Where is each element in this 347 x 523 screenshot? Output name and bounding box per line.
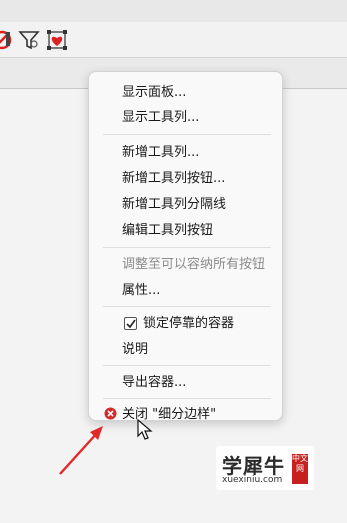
menu-item-help[interactable]: 说明 — [89, 338, 282, 362]
menu-item-show-panels[interactable]: 显示面板... — [89, 81, 282, 105]
title-strip — [0, 0, 347, 22]
menu-separator — [103, 306, 271, 307]
watermark-logo: 学犀牛 xuexiniu.com 中文网 — [216, 446, 314, 490]
menu-separator — [103, 247, 271, 248]
mouse-cursor-icon — [137, 418, 153, 445]
menu-item-fit-all-buttons: 调整至可以容纳所有按钮 — [122, 257, 266, 272]
watermark-badge: 中文网 — [292, 454, 308, 484]
menu-separator — [103, 365, 271, 366]
menu-item-new-toolbar[interactable]: 新增工具列... — [89, 141, 282, 165]
close-red-icon — [104, 405, 117, 420]
menu-separator — [103, 134, 271, 135]
mesh-heart-icon[interactable] — [45, 28, 69, 52]
checkbox-checked-icon[interactable] — [124, 317, 137, 330]
menu-item-export-container[interactable]: 导出容器... — [89, 371, 282, 395]
menu-item-new-toolbar-button[interactable]: 新增工具列按钮... — [89, 167, 282, 191]
red-circle-slash-icon[interactable] — [0, 28, 14, 52]
red-arrow-annotation-icon — [56, 422, 108, 482]
menu-item-lock-docked-containers[interactable]: 锁定停靠的容器 — [89, 312, 282, 336]
menu-item-close-container[interactable]: 关闭 "细分边样" — [89, 403, 282, 420]
menu-item-show-toolbars[interactable]: 显示工具列... — [89, 106, 282, 130]
context-menu: 显示面板... 显示工具列... 新增工具列... 新增工具列按钮... 新增工… — [88, 71, 283, 421]
menu-item-new-toolbar-separator[interactable]: 新增工具列分隔线 — [89, 193, 282, 217]
funnel-filter-icon[interactable] — [17, 28, 41, 52]
menu-separator — [103, 398, 271, 399]
watermark-url: xuexiniu.com — [222, 475, 283, 485]
menu-item-edit-toolbar-button[interactable]: 编辑工具列按钮 — [89, 219, 282, 243]
menu-item-properties[interactable]: 属性... — [89, 279, 282, 303]
toolbar — [0, 22, 347, 58]
